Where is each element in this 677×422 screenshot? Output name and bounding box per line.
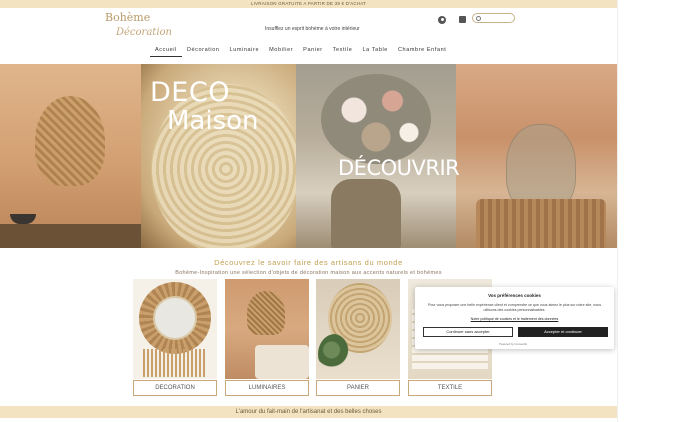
nav-item-accueil[interactable]: Accueil bbox=[150, 45, 182, 57]
flowers-shape bbox=[321, 74, 431, 164]
page-margin bbox=[617, 0, 677, 422]
category-card-luminaires[interactable]: LUMINAIRES bbox=[225, 279, 309, 396]
section-title: Découvrez le savoir faire des artisans d… bbox=[214, 258, 403, 267]
category-label[interactable]: TEXTILE bbox=[408, 380, 492, 396]
leaves-shape bbox=[318, 334, 352, 374]
category-label[interactable]: LUMINAIRES bbox=[225, 380, 309, 396]
cookie-banner: Vos préférences cookies Pour vous propos… bbox=[415, 287, 614, 349]
section-subtitle: Bohème-Inspiration une sélection d'objet… bbox=[175, 270, 442, 276]
nav-item-la-table[interactable]: La Table bbox=[357, 45, 393, 57]
main-nav: Accueil Décoration Luminaire Mobilier Pa… bbox=[150, 45, 451, 57]
lamp-shape bbox=[35, 96, 105, 186]
bag-icon[interactable] bbox=[459, 16, 466, 23]
user-icon[interactable] bbox=[438, 16, 446, 24]
hero-image-lamp bbox=[0, 64, 141, 248]
category-label[interactable]: DECORATION bbox=[133, 380, 217, 396]
logo-line2[interactable]: Décoration bbox=[116, 27, 172, 38]
hero-banner[interactable]: DECO Maison DÉCOUVRIR bbox=[0, 64, 617, 248]
hero-cta-button[interactable]: DÉCOUVRIR bbox=[338, 156, 460, 180]
accept-cookies-button[interactable]: Accepter et continuer bbox=[518, 327, 608, 337]
mirror-glass bbox=[153, 296, 197, 340]
table-shape bbox=[0, 224, 141, 248]
basket-shape bbox=[476, 199, 606, 248]
mirror-fringe bbox=[143, 349, 207, 377]
decline-cookies-button[interactable]: Continuer sans accepter bbox=[423, 327, 513, 337]
nav-item-luminaire[interactable]: Luminaire bbox=[225, 45, 265, 57]
nav-item-chambre-enfant[interactable]: Chambre Enfant bbox=[393, 45, 451, 57]
nav-item-decoration[interactable]: Décoration bbox=[182, 45, 225, 57]
nav-item-panier[interactable]: Panier bbox=[298, 45, 328, 57]
nav-item-textile[interactable]: Textile bbox=[328, 45, 358, 57]
category-label[interactable]: PANIER bbox=[316, 380, 400, 396]
header: Bohème Décoration Insufflez un esprit bo… bbox=[0, 8, 617, 64]
promo-banner: LIVRAISON GRATUITE A PARTIR DE 39 € D'AC… bbox=[0, 0, 617, 8]
hero-title-line1: DECO bbox=[150, 77, 230, 108]
nav-item-mobilier[interactable]: Mobilier bbox=[264, 45, 298, 57]
search-icon bbox=[476, 15, 481, 21]
category-image-panier[interactable] bbox=[316, 279, 400, 379]
cookie-text: Pour vous proposer une belle expérience … bbox=[428, 303, 601, 312]
lamp-shade bbox=[247, 291, 285, 335]
search-input[interactable] bbox=[472, 13, 515, 23]
footer-tagline: L'amour du fait-main de l'artisanat et d… bbox=[0, 406, 617, 418]
logo-line1[interactable]: Bohème bbox=[105, 11, 150, 24]
category-card-decoration[interactable]: DECORATION bbox=[133, 279, 217, 396]
bed-shape bbox=[255, 345, 309, 379]
category-image-decoration[interactable] bbox=[133, 279, 217, 379]
cookie-powered-by: Powered by Consentik bbox=[499, 342, 527, 346]
bowl-shape bbox=[10, 214, 36, 224]
vase-shape bbox=[331, 179, 401, 248]
site: LIVRAISON GRATUITE A PARTIR DE 39 € D'AC… bbox=[0, 0, 617, 422]
category-image-luminaires[interactable] bbox=[225, 279, 309, 379]
category-card-panier[interactable]: PANIER bbox=[316, 279, 400, 396]
hero-title-line2: Maison bbox=[167, 106, 259, 136]
cookie-title: Vos préférences cookies bbox=[488, 293, 541, 298]
cookie-policy-link[interactable]: Notre politique de cookies et le traitem… bbox=[415, 317, 614, 321]
tagline: Insufflez un esprit bohème à votre intér… bbox=[265, 26, 360, 32]
hero-image-vase bbox=[456, 64, 617, 248]
